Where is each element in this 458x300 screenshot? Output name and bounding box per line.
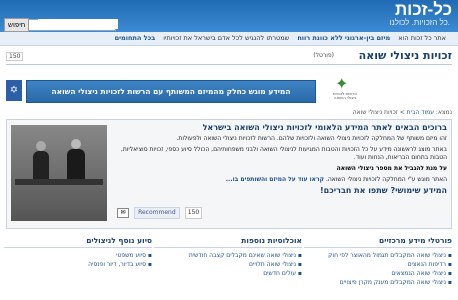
partner-banner-area: ✡ המידע מוגש כחלק מהמיזם המשותף עם הרשות…: [6, 68, 452, 106]
fb-count-badge[interactable]: 150: [6, 52, 24, 61]
fb-recommend-count: 150: [184, 206, 203, 219]
list-item[interactable]: סיוע בדיור, דיור ופנסיה: [4, 260, 152, 269]
mail-icon[interactable]: ✉: [117, 207, 129, 218]
intro-text: אתר כל זכות הוא מיזם בין-ארגוני ללא כוונ…: [114, 34, 446, 42]
closing-paragraph: האתר מוגש ע"י המחלקה לזכויות ניצולי השוא…: [225, 176, 447, 183]
breadcrumb-current: זכויות ניצולי שואה: [352, 109, 398, 116]
site-header: כל-זכות כל הזכויות. לכולנו. חיפוש: [0, 0, 458, 32]
column-title: פורטלי מידע מרכזיים: [304, 236, 452, 248]
title-row: זכויות ניצולי שואה (פורטל) 150: [0, 47, 458, 65]
list-item[interactable]: ניצולי שואה הנמצאים: [304, 269, 452, 278]
column-extra-assistance: סיוע נוסף לניצולים סיוע משפטי סיוע בדיור…: [4, 236, 152, 269]
share-row: ✉ Recommend 150: [117, 202, 203, 219]
limit-paragraph: על מנת להגביל את מספר ניצולי השואה: [336, 165, 447, 172]
column-other-populations: אוכלוסיות נוספות ניצולי שואה שאינם מקבלי…: [154, 236, 302, 278]
list-item[interactable]: ניצולי שואה שאינם מקבלים קצבה חודשית: [154, 251, 302, 260]
site-logo[interactable]: כל-זכות: [395, 0, 452, 20]
list-item[interactable]: רדיפות הנאצים: [304, 260, 452, 269]
column-central-portals: פורטלי מידע מרכזיים ניצולי שואה המקבלים …: [304, 236, 452, 287]
welcome-heading: ברוכים הבאים לאתר המידע הלאומי לזכויות נ…: [202, 123, 447, 132]
list-item[interactable]: עולים חדשים: [154, 269, 302, 278]
breadcrumb-home-link[interactable]: עמוד הבית: [407, 109, 434, 116]
site-tagline: כל הזכויות. לכולנו.: [389, 18, 450, 27]
main-content-box: ברוכים הבאים לאתר המידע הלאומי לזכויות נ…: [6, 119, 452, 229]
list-item[interactable]: סיוע משפטי: [4, 251, 152, 260]
breadcrumb: נמצא: עמוד הבית > זכויות ניצולי שואה: [352, 109, 452, 116]
holocaust-authority-logo: ✦ הרשות לזכויות ניצולי השואה: [332, 74, 358, 100]
page-tag: (פורטל): [313, 52, 334, 59]
intro-strip: אתר כל זכות הוא מיזם בין-ארגוני ללא כוונ…: [0, 32, 458, 46]
column-title: סיוע נוסף לניצולים: [4, 236, 152, 248]
fb-recommend-button[interactable]: Recommend: [134, 206, 180, 219]
star-icon: ✦: [335, 74, 349, 93]
page-title: זכויות ניצולי שואה: [358, 49, 452, 62]
footer-columns: פורטלי מידע מרכזיים ניצולי שואה המקבלים …: [4, 236, 452, 300]
partner-banner[interactable]: המידע מוגש כחלק מהמיזם המשותף עם הרשות ל…: [26, 80, 316, 103]
intro-paragraph: זהו מיזם משותף של המחלקה לזכויות ניצולי …: [176, 135, 447, 142]
menorah-emblem-icon: ✡: [6, 80, 22, 101]
list-item[interactable]: ניצולי שואה תלויים: [154, 260, 302, 269]
content-text: ברוכים הבאים לאתר המידע הלאומי לזכויות נ…: [113, 124, 447, 195]
holocaust-survivors-photo: [11, 125, 107, 221]
share-question: המידע שימושי? שתפו את חבריכם!: [320, 186, 447, 195]
column-title: אוכלוסיות נוספות: [154, 236, 302, 248]
list-item[interactable]: ניצולי שואה המקבלים מענק מקרן פיצויים: [304, 278, 452, 287]
title-divider: [6, 64, 452, 65]
read-more-link[interactable]: קראו עוד על המיזם והשותפים בו...: [226, 176, 324, 183]
info-paragraph: באתר מוצג לראשונה מידע על כל הזכויות והט…: [120, 146, 447, 161]
list-item[interactable]: ניצולי שואה המקבלים תגמול מהאוצר לפי חוק: [304, 251, 452, 260]
search-input[interactable]: [38, 19, 118, 29]
search-button[interactable]: חיפוש: [4, 18, 30, 32]
